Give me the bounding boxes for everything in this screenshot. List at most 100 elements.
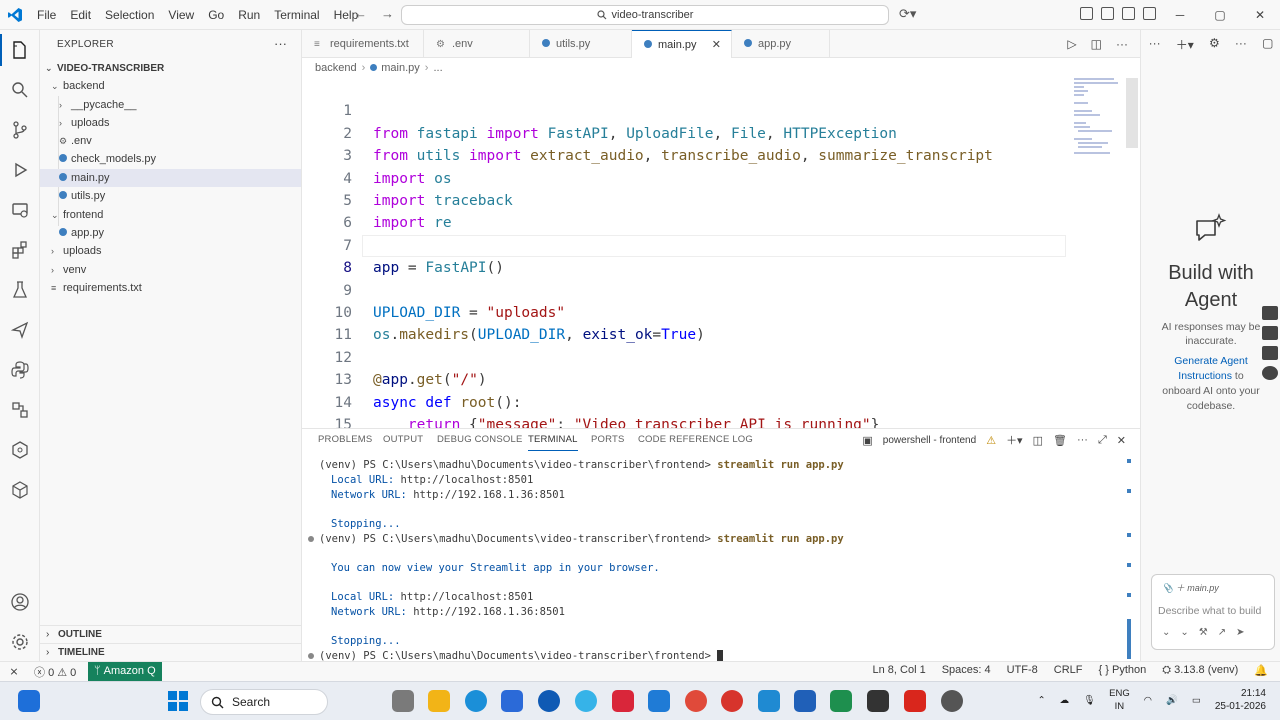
maximize-icon[interactable]: ▢ [1200, 0, 1240, 30]
file-env[interactable]: ⚙ .env [40, 132, 301, 150]
editor-more-icon[interactable]: ··· [1116, 37, 1128, 51]
chat-more-icon[interactable]: ··· [1149, 36, 1161, 53]
close-tab-icon[interactable]: ✕ [712, 31, 721, 59]
new-chat-icon[interactable]: ＋▾ [1176, 36, 1194, 53]
close-window-icon[interactable]: ✕ [1240, 0, 1280, 30]
outline-section[interactable]: › OUTLINE [40, 625, 301, 643]
send-icon[interactable]: ➤ [1236, 627, 1244, 638]
remote-indicator-icon[interactable]: ⨯ [0, 662, 28, 681]
tab-terminal[interactable]: TERMINAL [528, 434, 578, 451]
folder-backend-uploads[interactable]: › uploads [40, 114, 301, 132]
tools-icon[interactable]: ⚒ [1199, 627, 1208, 638]
run-debug-icon[interactable] [0, 150, 40, 190]
language-mode[interactable]: { } Python [1099, 664, 1147, 677]
source-control-icon[interactable] [0, 110, 40, 150]
menu-view[interactable]: View [161, 0, 201, 30]
folder-venv[interactable]: › venv [40, 261, 301, 279]
panel-more-icon[interactable]: ··· [1077, 434, 1088, 446]
remote-explorer-icon[interactable] [0, 190, 40, 230]
tab-app[interactable]: app.py [732, 30, 830, 58]
minimize-icon[interactable]: ─ [1160, 0, 1200, 30]
terminal-taskbar-icon[interactable] [867, 690, 889, 712]
maximize-panel-icon[interactable]: ⤢ [1098, 434, 1107, 447]
explorer-icon[interactable] [0, 30, 40, 70]
extensions-icon[interactable] [0, 230, 40, 270]
chat-settings-icon[interactable]: ⚙ [1209, 36, 1220, 53]
delegate-icon[interactable]: ↗ [1218, 627, 1226, 638]
battery-icon[interactable]: ▭ [1192, 695, 1201, 706]
tab-main[interactable]: main.py ✕ [632, 30, 732, 58]
forward-arrow-icon[interactable]: → [381, 6, 394, 21]
toggle-sidebar-icon[interactable] [1101, 7, 1114, 20]
command-center[interactable]: video-transcriber [401, 5, 889, 25]
onedrive-icon[interactable]: ☁ [1060, 695, 1070, 706]
code-editor[interactable]: 1 from fastapi import FastAPI, UploadFil… [302, 78, 1140, 428]
containers-icon[interactable] [0, 390, 40, 430]
chat-input-box[interactable]: 📎 ＋ main.py Describe what to build ⌄ ⌄ ⚒… [1151, 574, 1275, 650]
file-utils-py[interactable]: utils.py [40, 187, 301, 205]
camera-icon[interactable] [1262, 306, 1278, 320]
terminal-scrollbar[interactable] [1127, 459, 1131, 659]
timeline-section[interactable]: › TIMELINE [40, 643, 301, 661]
editor-scrollbar[interactable] [1126, 78, 1138, 148]
run-python-icon[interactable]: ▷ [1067, 37, 1076, 51]
cube-icon[interactable] [0, 470, 40, 510]
search-activity-icon[interactable] [0, 70, 40, 110]
tab-debug-console[interactable]: DEBUG CONSOLE [437, 434, 522, 445]
new-terminal-icon[interactable]: ＋▾ [1006, 432, 1023, 448]
clock[interactable]: 21:14 25-01-2026 [1215, 687, 1266, 713]
file-requirements[interactable]: ≡ requirements.txt [40, 279, 301, 297]
cursor-position[interactable]: Ln 8, Col 1 [872, 664, 925, 677]
menu-run[interactable]: Run [231, 0, 267, 30]
copilot-menu-icon[interactable]: ⟳▾ [899, 6, 916, 22]
copy-icon[interactable] [1262, 346, 1278, 360]
terminal-name[interactable]: powershell - frontend [883, 435, 976, 446]
settings-icon[interactable] [1262, 366, 1278, 380]
widgets-icon[interactable] [18, 690, 40, 712]
problems-indicator[interactable]: ⓧ 0 ⚠ 0 [34, 664, 76, 680]
mail-icon[interactable] [648, 690, 670, 712]
model-dropdown-icon[interactable]: ⌄ [1180, 627, 1188, 638]
menu-edit[interactable]: Edit [63, 0, 98, 30]
language-indicator[interactable]: ENG IN [1109, 687, 1130, 713]
manage-gear-icon[interactable] [0, 622, 40, 662]
menu-go[interactable]: Go [201, 0, 231, 30]
menu-file[interactable]: File [30, 0, 63, 30]
file-main-py[interactable]: main.py [40, 169, 301, 187]
breadcrumb-folder[interactable]: backend [315, 62, 357, 74]
file-check-models[interactable]: check_models.py [40, 150, 301, 168]
tray-chevron-icon[interactable]: ⌃ [1038, 695, 1046, 706]
chat-more-actions-icon[interactable]: ··· [1235, 36, 1247, 53]
video-icon[interactable] [1262, 326, 1278, 340]
close-panel-icon[interactable]: ✕ [1117, 434, 1126, 447]
file-explorer-icon[interactable] [428, 690, 450, 712]
task-view-icon[interactable] [392, 690, 414, 712]
acrobat-icon[interactable] [904, 690, 926, 712]
folder-backend[interactable]: ⌄ backend [40, 77, 301, 95]
minimap[interactable] [1072, 78, 1122, 168]
testing-icon[interactable] [0, 270, 40, 310]
aws-toolkit-icon[interactable] [0, 430, 40, 470]
tab-requirements[interactable]: ≡ requirements.txt [302, 30, 424, 58]
edge-icon[interactable] [465, 690, 487, 712]
folder-frontend[interactable]: ⌄ frontend [40, 206, 301, 224]
hp-icon[interactable] [538, 690, 560, 712]
indentation[interactable]: Spaces: 4 [942, 664, 991, 677]
notifications-icon[interactable]: 🔔 [1254, 664, 1268, 677]
menu-selection[interactable]: Selection [98, 0, 161, 30]
settings-taskbar-icon[interactable] [941, 690, 963, 712]
menu-terminal[interactable]: Terminal [267, 0, 326, 30]
line-ending[interactable]: CRLF [1054, 664, 1083, 677]
python-icon[interactable] [0, 350, 40, 390]
folder-uploads[interactable]: › uploads [40, 242, 301, 260]
python-version[interactable]: ⛭ 3.13.8 (venv) [1162, 664, 1238, 677]
tab-code-reference-log[interactable]: CODE REFERENCE LOG [638, 434, 753, 445]
chat-input[interactable]: Describe what to build [1158, 605, 1274, 617]
workspace-root[interactable]: ⌄ VIDEO-TRANSCRIBER [40, 59, 301, 77]
taskbar-search[interactable]: Search [200, 689, 328, 715]
app-red-icon[interactable] [721, 690, 743, 712]
tab-env[interactable]: ⚙ .env [424, 30, 530, 58]
volume-icon[interactable]: 🔊 [1166, 695, 1178, 706]
mode-dropdown-icon[interactable]: ⌄ [1162, 627, 1170, 638]
breadcrumb-more[interactable]: ... [433, 62, 442, 74]
